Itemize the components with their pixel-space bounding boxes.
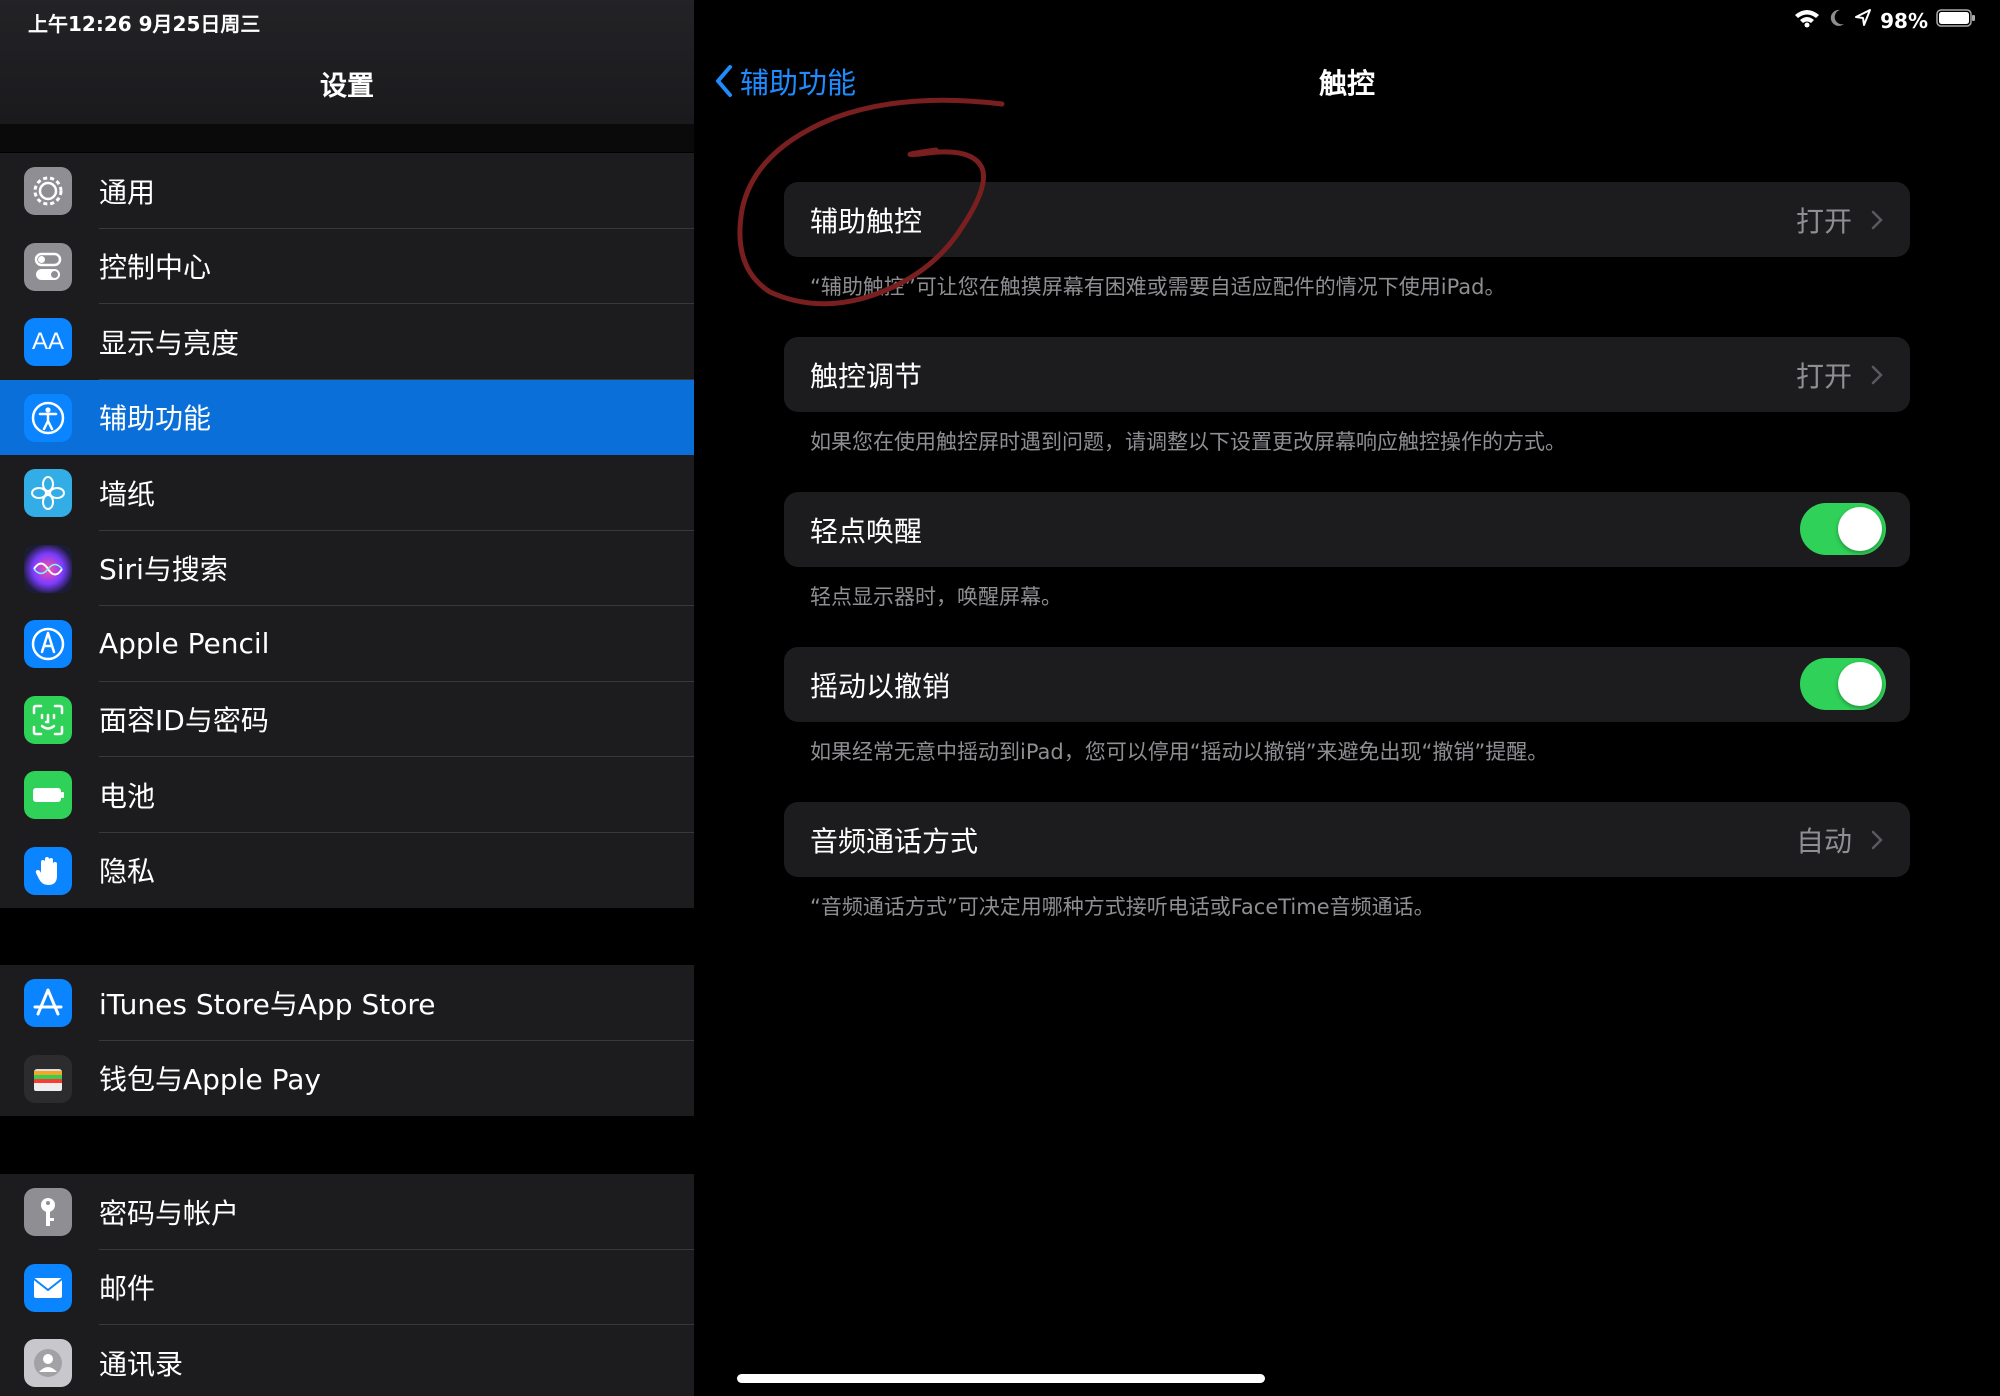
accessibility-icon [24, 393, 72, 442]
sidebar-title: 设置 [320, 71, 374, 102]
row-footer: “辅助触控”可让您在触摸屏幕有困难或需要自适应配件的情况下使用iPad。 [810, 275, 1506, 299]
toggle-knob [1838, 662, 1882, 706]
sidebar-item-general[interactable]: 通用 [0, 153, 694, 229]
sidebar-item-wallet[interactable]: 钱包与Apple Pay [0, 1041, 694, 1117]
text-size-icon: AA [24, 318, 72, 366]
key-icon [24, 1188, 72, 1236]
sidebar-item-wallpaper[interactable]: 墙纸 [0, 455, 694, 531]
touch-accommodations-row[interactable]: 触控调节 打开 [784, 337, 1910, 412]
settings-group-3: 密码与帐户 邮件 通讯录 [0, 1174, 694, 1396]
sidebar-spacer [0, 124, 694, 152]
battery-level-icon [1936, 8, 1976, 33]
row-label: 轻点唤醒 [810, 514, 923, 548]
sidebar-item-face-id[interactable]: 面容ID与密码 [0, 682, 694, 757]
sidebar-item-passwords-accounts[interactable]: 密码与帐户 [0, 1174, 694, 1250]
sidebar-item-label: 密码与帐户 [99, 1196, 240, 1230]
sidebar-item-apple-pencil[interactable]: Apple Pencil [0, 606, 694, 682]
row-footer: 如果您在使用触控屏时遇到问题，请调整以下设置更改屏幕响应触控操作的方式。 [810, 430, 1566, 454]
row-footer: 如果经常无意中摇动到iPad，您可以停用“摇动以撤销”来避免出现“撤销”提醒。 [810, 740, 1549, 764]
call-audio-routing-row[interactable]: 音频通话方式 自动 [784, 802, 1910, 877]
shake-to-undo-toggle[interactable] [1800, 658, 1886, 710]
sidebar-item-label: 显示与亮度 [99, 326, 240, 360]
status-time-date: 上午12:26 9月25日周三 [28, 12, 261, 36]
siri-icon [24, 544, 72, 593]
sidebar-item-label: 辅助功能 [99, 402, 212, 436]
sidebar-item-label: 邮件 [99, 1272, 156, 1306]
wallet-icon [24, 1054, 72, 1103]
detail-pane: 98% 辅助功能 触控 辅助触控 打开 “辅助触控”可让您在触摸屏幕有困难或需要… [694, 0, 2000, 1396]
row-label: 音频通话方式 [810, 824, 979, 858]
mail-icon [24, 1263, 72, 1312]
gear-icon [24, 167, 72, 215]
sidebar-item-label: 通讯录 [99, 1347, 184, 1381]
sidebar-item-label: Siri与搜索 [99, 553, 228, 587]
sidebar-item-label: 墙纸 [99, 477, 156, 511]
sidebar-item-display[interactable]: AA 显示与亮度 [0, 304, 694, 380]
face-id-icon [24, 695, 72, 744]
sidebar-item-app-store[interactable]: iTunes Store与App Store [0, 965, 694, 1041]
tap-to-wake-toggle[interactable] [1800, 503, 1886, 555]
pencil-icon [24, 620, 72, 668]
sidebar-item-label: 隐私 [99, 855, 156, 889]
sidebar-item-label: 电池 [99, 779, 156, 813]
assistive-touch-row[interactable]: 辅助触控 打开 [784, 182, 1910, 257]
sidebar-item-battery[interactable]: 电池 [0, 757, 694, 833]
sidebar-item-label: 控制中心 [99, 251, 212, 285]
contacts-icon [24, 1339, 72, 1387]
sidebar: 上午12:26 9月25日周三 设置 通用 控制中心 AA 显示与亮度 辅助功能… [0, 0, 694, 1396]
row-value: 自动 [1795, 824, 1852, 858]
row-label: 辅助触控 [810, 204, 923, 238]
sidebar-header: 上午12:26 9月25日周三 设置 [0, 0, 694, 124]
sidebar-item-label: iTunes Store与App Store [99, 987, 436, 1021]
sidebar-item-siri[interactable]: Siri与搜索 [0, 531, 694, 606]
home-indicator [737, 1374, 1265, 1383]
app-store-icon [24, 979, 72, 1027]
row-value: 打开 [1795, 204, 1852, 238]
sidebar-item-label: 钱包与Apple Pay [99, 1063, 321, 1097]
chevron-right-icon [1871, 830, 1883, 850]
sidebar-item-contacts[interactable]: 通讯录 [0, 1325, 694, 1396]
sidebar-item-privacy[interactable]: 隐私 [0, 833, 694, 909]
row-footer: “音频通话方式”可决定用哪种方式接听电话或FaceTime音频通话。 [810, 895, 1435, 919]
sidebar-item-accessibility[interactable]: 辅助功能 [0, 379, 694, 455]
chevron-right-icon [1871, 365, 1883, 385]
settings-group-1: 通用 控制中心 AA 显示与亮度 辅助功能 墙纸 Siri与搜索 Apple P… [0, 153, 694, 908]
settings-group-2: iTunes Store与App Store 钱包与Apple Pay [0, 965, 694, 1116]
location-icon [1854, 8, 1872, 33]
page-title: 触控 [1318, 67, 1375, 100]
sidebar-item-label: Apple Pencil [99, 627, 270, 661]
row-label: 触控调节 [810, 359, 923, 393]
wifi-icon [1794, 8, 1820, 33]
sidebar-item-mail[interactable]: 邮件 [0, 1250, 694, 1325]
battery-percent: 98% [1880, 8, 1928, 33]
hand-icon [24, 846, 72, 895]
sidebar-item-control-center[interactable]: 控制中心 [0, 229, 694, 304]
flower-icon [24, 469, 72, 517]
row-footer: 轻点显示器时，唤醒屏幕。 [810, 585, 1062, 609]
chevron-right-icon [1871, 210, 1883, 230]
battery-icon [24, 771, 72, 819]
tap-to-wake-row: 轻点唤醒 [784, 492, 1910, 567]
status-indicators: 98% [1794, 8, 1976, 33]
row-value: 打开 [1795, 359, 1852, 393]
sidebar-item-label: 通用 [99, 175, 156, 209]
row-label: 摇动以撤销 [810, 669, 951, 703]
shake-to-undo-row: 摇动以撤销 [784, 647, 1910, 722]
toggle-knob [1838, 507, 1882, 551]
toggles-icon [24, 242, 72, 291]
moon-icon [1828, 8, 1846, 33]
sidebar-item-label: 面容ID与密码 [99, 704, 269, 738]
